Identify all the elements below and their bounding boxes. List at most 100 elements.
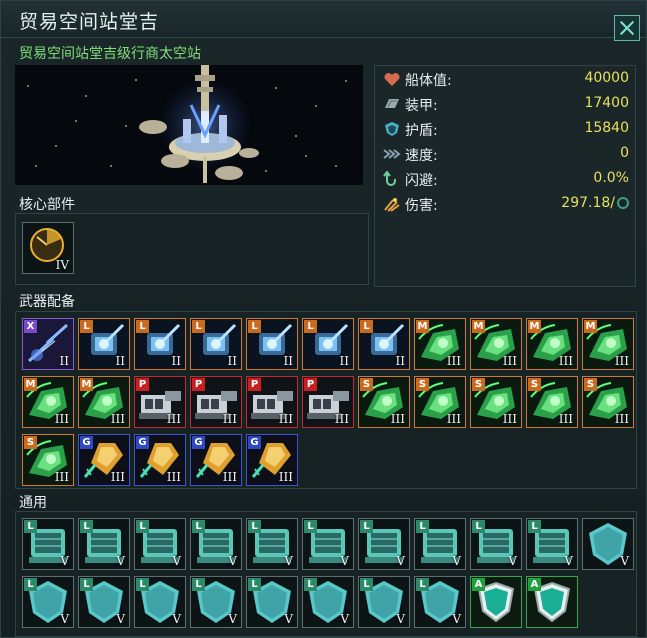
utility-slot[interactable]: LV xyxy=(358,518,410,570)
tier-label: V xyxy=(340,554,349,568)
weapon-slot[interactable]: G III xyxy=(134,434,186,486)
weapon-slot[interactable]: P III xyxy=(302,376,354,428)
utility-slot[interactable]: LV xyxy=(190,576,242,628)
weapon-slot[interactable]: L II xyxy=(78,318,130,370)
utility-slot[interactable]: LV xyxy=(246,576,298,628)
weapon-slot[interactable]: L II xyxy=(134,318,186,370)
slot-size-letter: M xyxy=(472,320,485,333)
weapon-slot[interactable]: M III xyxy=(470,318,522,370)
close-icon[interactable] xyxy=(614,15,640,41)
stat-label: 速度: xyxy=(405,148,438,164)
tier-label: II xyxy=(227,354,237,368)
utility-slot[interactable]: LV xyxy=(358,576,410,628)
tier-label: V xyxy=(60,554,69,568)
shield-icon xyxy=(383,121,401,137)
utility-slot[interactable]: LV xyxy=(22,518,74,570)
stat-label: 闪避: xyxy=(405,173,438,189)
utility-slot[interactable]: V xyxy=(582,518,634,570)
stat-label: 伤害: xyxy=(405,198,438,214)
tier-label: V xyxy=(396,612,405,626)
slot-size-letter: L xyxy=(192,578,205,591)
stat-row-shield: 护盾: 15840 xyxy=(383,118,629,140)
weapon-slot[interactable]: S III xyxy=(526,376,578,428)
stat-value: 0.0% xyxy=(593,170,629,186)
title-bar: 贸易空间站堂吉 xyxy=(1,1,646,38)
weapon-slot[interactable]: M III xyxy=(22,376,74,428)
slot-size-letter: G xyxy=(80,436,93,449)
weapon-slot[interactable]: L II xyxy=(246,318,298,370)
weapons-section-label: 武器配备 xyxy=(19,294,75,310)
weapon-slot[interactable]: L II xyxy=(358,318,410,370)
tier-label: V xyxy=(116,554,125,568)
window-title: 贸易空间站堂吉 xyxy=(19,11,160,33)
utility-slot[interactable]: LV xyxy=(246,518,298,570)
slot-size-letter: L xyxy=(248,520,261,533)
star xyxy=(55,145,57,147)
utility-slot[interactable]: LV xyxy=(414,518,466,570)
utility-slot[interactable]: LV xyxy=(526,518,578,570)
stat-value: 15840 xyxy=(584,120,629,136)
space-station-icon xyxy=(139,65,259,183)
tier-label: III xyxy=(278,470,293,484)
weapon-slot[interactable]: S III xyxy=(414,376,466,428)
star xyxy=(305,155,307,157)
weapon-slot[interactable]: P III xyxy=(190,376,242,428)
utility-slot[interactable]: LV xyxy=(302,576,354,628)
speed-arrows-icon xyxy=(383,146,401,162)
utility-slot[interactable]: LV xyxy=(190,518,242,570)
core-components-panel: IV xyxy=(15,213,369,285)
tier-label: V xyxy=(60,612,69,626)
star xyxy=(125,125,127,127)
tier-label: III xyxy=(614,412,629,426)
stat-row-speed: 速度: 0 xyxy=(383,143,629,165)
weapon-slot[interactable]: L II xyxy=(302,318,354,370)
weapon-slot[interactable]: P III xyxy=(246,376,298,428)
weapon-slot[interactable]: M III xyxy=(526,318,578,370)
utility-slot[interactable]: LV xyxy=(302,518,354,570)
slot-size-letter: L xyxy=(304,578,317,591)
utility-slot[interactable]: LV xyxy=(22,576,74,628)
slot-size-letter: L xyxy=(416,520,429,533)
utility-slot[interactable]: LV xyxy=(470,518,522,570)
utility-slot[interactable]: LV xyxy=(414,576,466,628)
stats-panel: 船体值: 40000 装甲: 17400 护盾: 15840 速度: 0 闪避: 0.0% 伤害: 2… xyxy=(374,65,636,287)
tier-label: III xyxy=(166,412,181,426)
tier-label: III xyxy=(222,470,237,484)
stat-value: 40000 xyxy=(584,70,629,86)
utility-slot[interactable]: A xyxy=(470,576,522,628)
utility-slot[interactable]: A xyxy=(526,576,578,628)
tier-label: III xyxy=(222,412,237,426)
slot-size-letter: P xyxy=(136,378,149,391)
core-section-label: 核心部件 xyxy=(19,197,75,213)
slot-size-letter: L xyxy=(360,520,373,533)
tier-label: V xyxy=(396,554,405,568)
star xyxy=(315,105,317,107)
star xyxy=(110,165,112,167)
weapon-slot[interactable]: S III xyxy=(470,376,522,428)
utility-slot[interactable]: LV xyxy=(78,518,130,570)
tier-label: II xyxy=(115,354,125,368)
weapon-slot[interactable]: M III xyxy=(78,376,130,428)
weapon-slot[interactable]: P III xyxy=(134,376,186,428)
weapon-slot[interactable]: L II xyxy=(190,318,242,370)
weapon-slot[interactable]: X II xyxy=(22,318,74,370)
weapon-slot[interactable]: G III xyxy=(246,434,298,486)
weapon-slot[interactable]: S III xyxy=(358,376,410,428)
star xyxy=(135,79,137,81)
slot-size-letter: L xyxy=(192,520,205,533)
utility-slot[interactable]: LV xyxy=(134,518,186,570)
tier-label: III xyxy=(502,412,517,426)
utility-slot[interactable]: LV xyxy=(134,576,186,628)
weapon-slot[interactable]: M III xyxy=(582,318,634,370)
weapon-slot[interactable]: G III xyxy=(78,434,130,486)
slot-size-letter: M xyxy=(24,378,37,391)
utility-slot[interactable]: LV xyxy=(78,576,130,628)
core-slot[interactable]: IV xyxy=(22,222,74,274)
tier-label: III xyxy=(110,470,125,484)
weapon-slot[interactable]: M III xyxy=(414,318,466,370)
weapon-slot[interactable]: G III xyxy=(190,434,242,486)
slot-size-letter: L xyxy=(360,320,373,333)
weapon-slot[interactable]: S III xyxy=(582,376,634,428)
weapon-slot[interactable]: S III xyxy=(22,434,74,486)
tier-label: V xyxy=(284,554,293,568)
